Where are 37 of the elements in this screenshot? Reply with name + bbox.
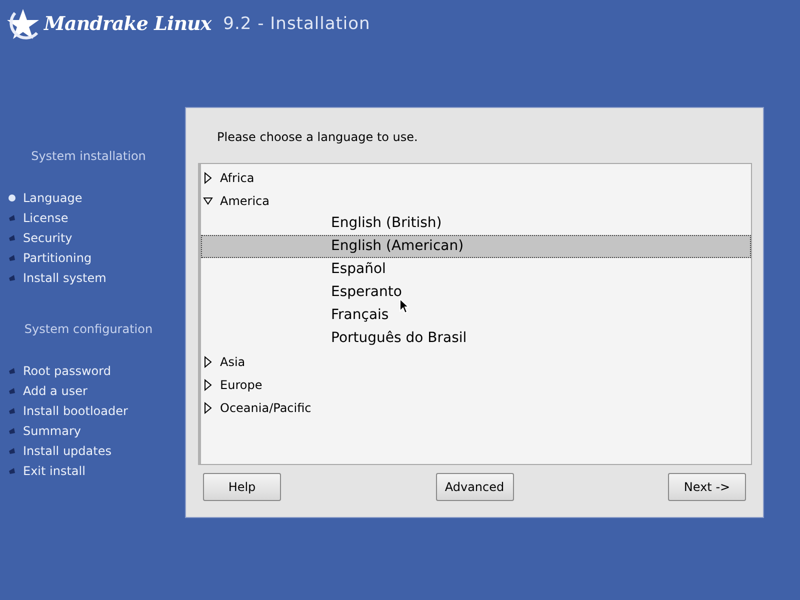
collapsed-arrow-icon[interactable] [203, 172, 213, 184]
region-item[interactable]: America [220, 194, 270, 208]
step-label: Language [23, 191, 82, 205]
dialog-button[interactable]: Advanced [436, 473, 514, 501]
language-item[interactable]: English (British) [201, 212, 751, 235]
installer-title: 9.2 - Installation [223, 14, 370, 34]
region-item[interactable]: Africa [220, 170, 254, 184]
expanded-arrow-icon[interactable] [203, 196, 213, 206]
step-label: Exit install [23, 464, 86, 478]
language-item[interactable]: Español [201, 258, 751, 281]
language-item[interactable]: Português do Brasil [201, 327, 751, 350]
section-heading: System installation [30, 149, 147, 163]
step-label: Install bootloader [23, 404, 128, 418]
step-label: Partitioning [23, 251, 92, 265]
region-item[interactable]: Oceania/Pacific [220, 400, 312, 414]
collapsed-arrow-icon[interactable] [203, 356, 213, 368]
step-label: Add a user [23, 384, 88, 398]
prompt-text: Please choose a language to use. [217, 130, 419, 146]
step-label: Root password [23, 364, 111, 378]
dialog-button[interactable]: Next -> [668, 473, 746, 501]
collapsed-arrow-icon[interactable] [203, 402, 213, 414]
step-label: License [23, 211, 68, 225]
language-item[interactable]: Français [201, 304, 751, 327]
step-label: Install updates [23, 444, 112, 458]
brand-logo-text: Mandrake Linux [44, 13, 212, 35]
language-item[interactable]: Esperanto [201, 281, 751, 304]
step-label: Install system [23, 271, 106, 285]
section-heading: System configuration [23, 322, 154, 336]
star-logo-icon [6, 7, 40, 41]
region-item[interactable]: Asia [220, 354, 246, 368]
step-label: Security [23, 231, 72, 245]
mouse-pointer-icon [399, 298, 409, 314]
language-item[interactable]: English (American) [201, 235, 751, 258]
region-item[interactable]: Europe [220, 378, 262, 392]
collapsed-arrow-icon[interactable] [203, 378, 213, 390]
step-label: Summary [23, 424, 81, 438]
dialog-button[interactable]: Help [203, 473, 281, 501]
